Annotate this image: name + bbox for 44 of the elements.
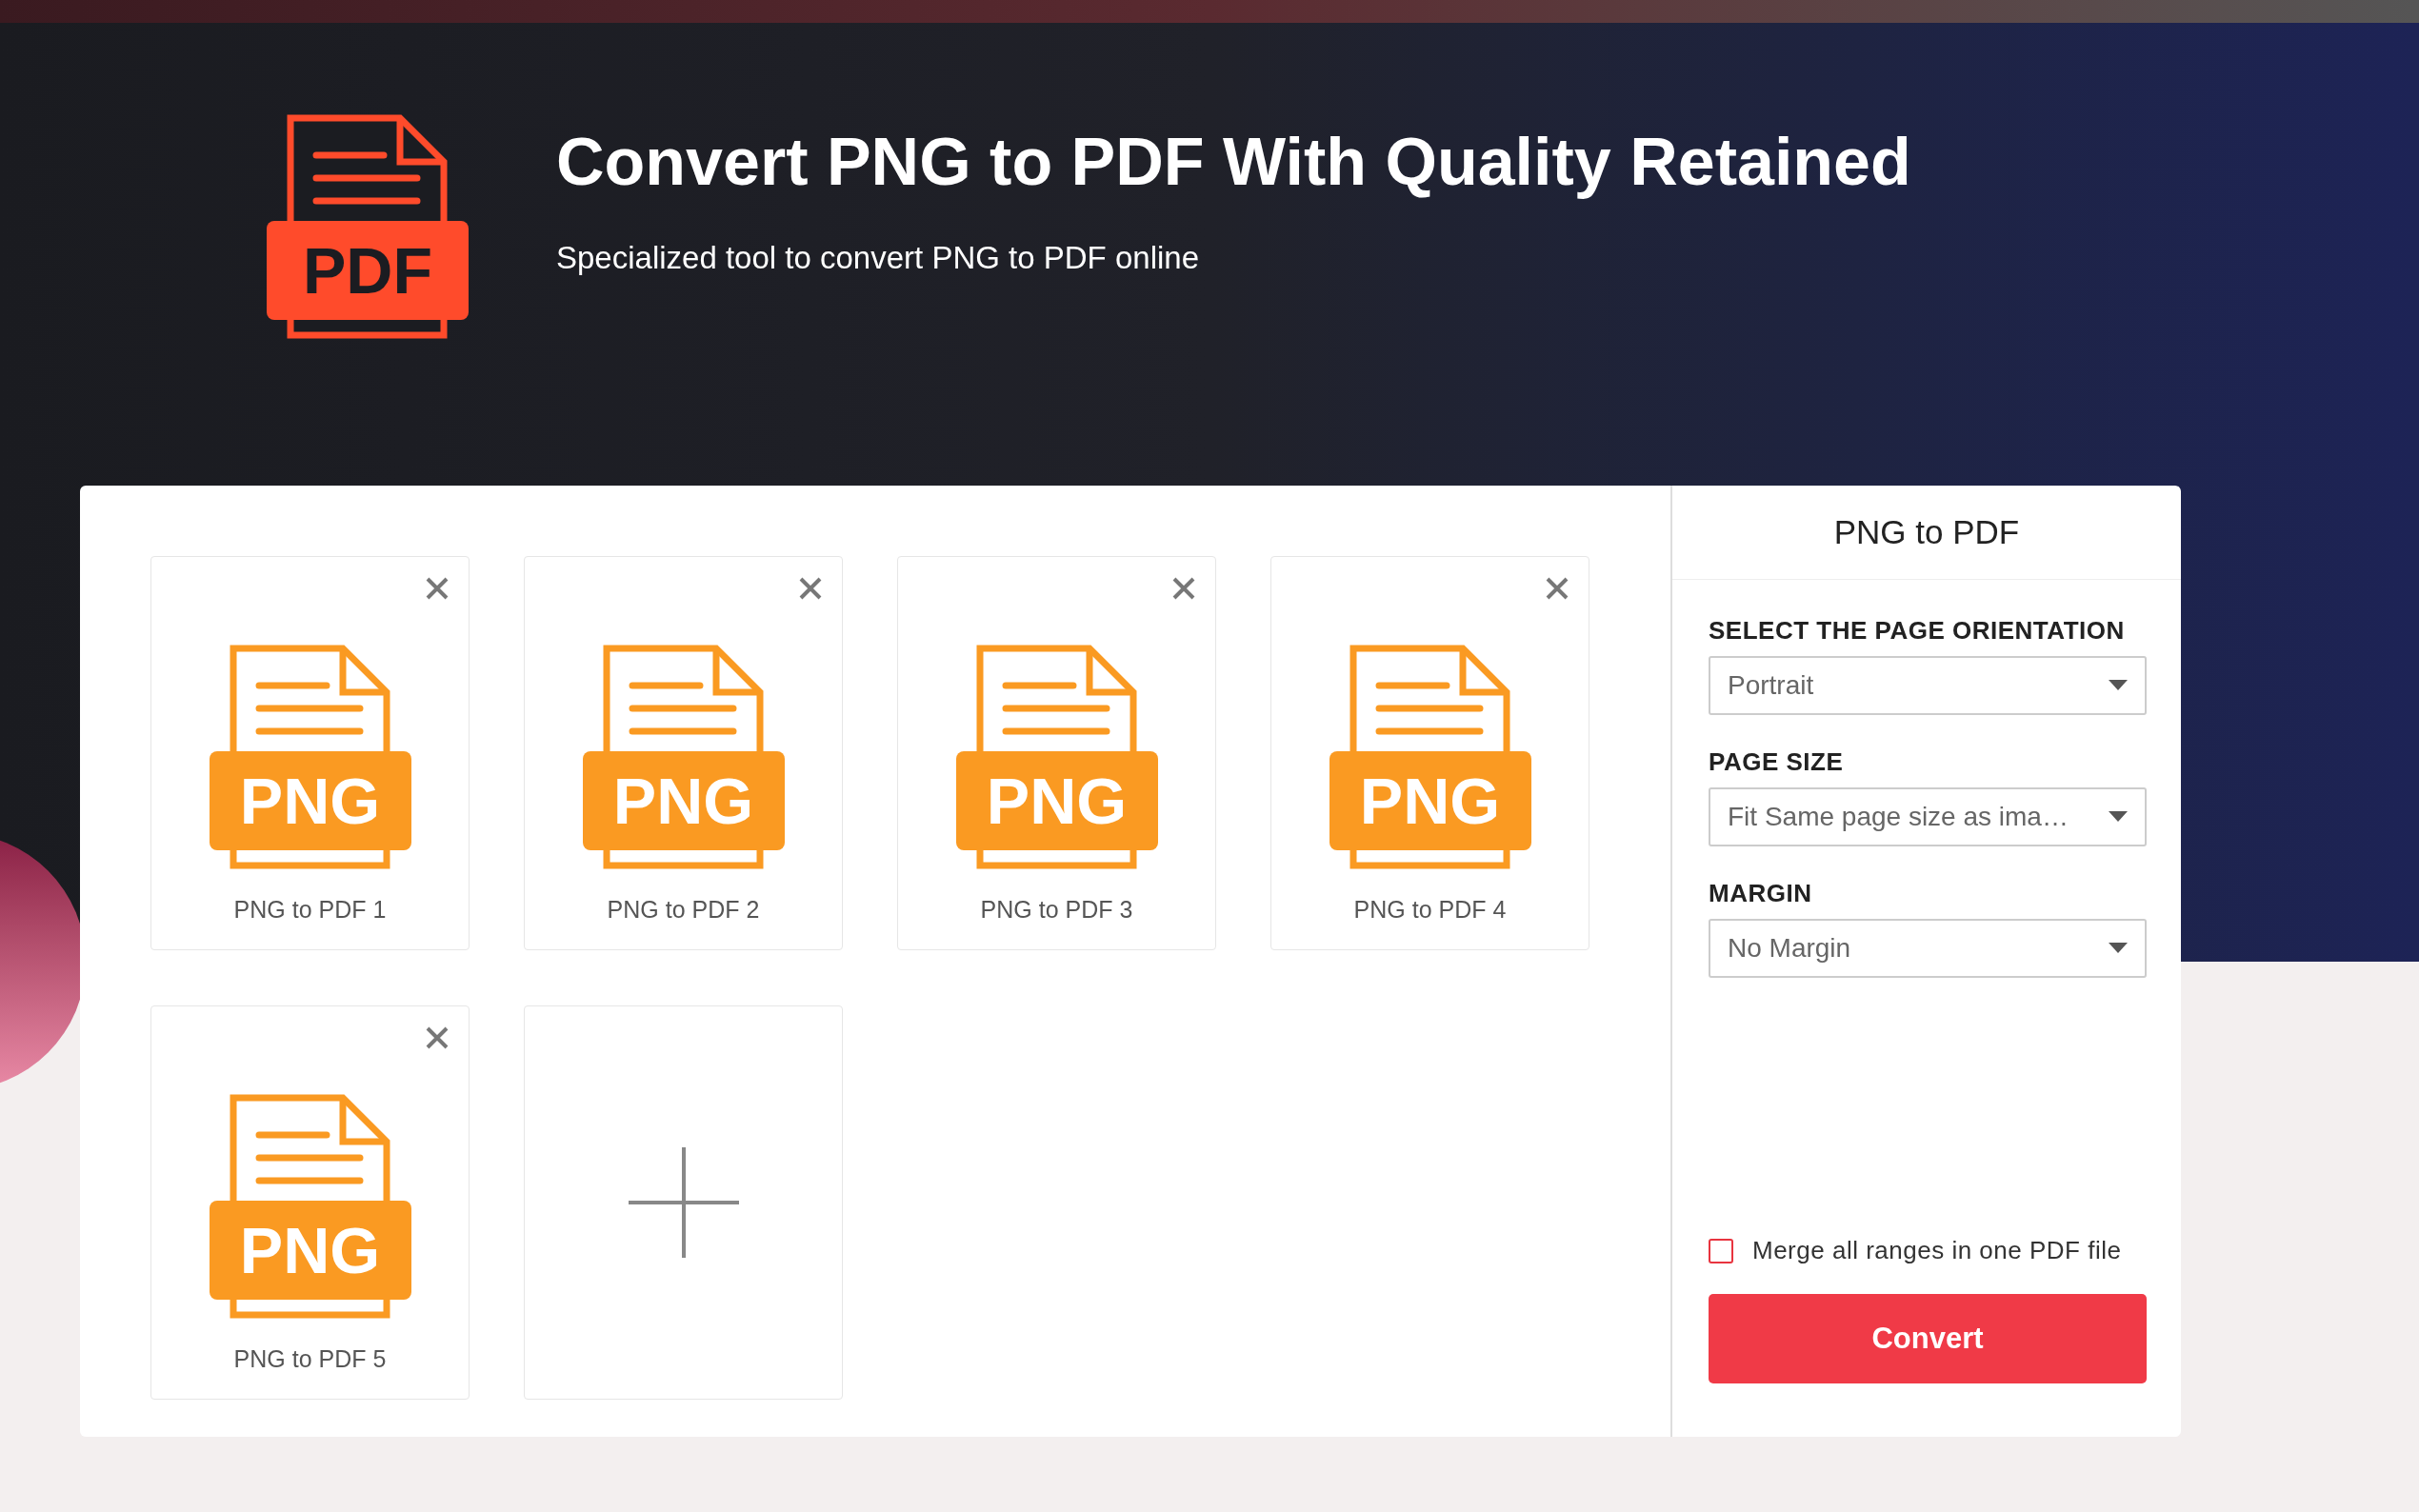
setting-label: MARGIN (1709, 878, 1812, 909)
close-icon[interactable] (1171, 576, 1196, 601)
document-icon (209, 645, 411, 869)
merge-label: Merge all ranges in one PDF file (1752, 1235, 2122, 1266)
file-name: PNG to PDF 4 (1353, 895, 1507, 925)
dropdown-select[interactable]: Portrait (1709, 656, 2147, 715)
caret-icon (2109, 680, 2128, 691)
file-name: PNG to PDF 5 (233, 1344, 387, 1374)
file-tile[interactable]: PNG PNG to PDF 5 (150, 1005, 470, 1400)
file-type-label: PNG (611, 766, 755, 835)
close-icon[interactable] (425, 1025, 450, 1050)
close-icon[interactable] (425, 576, 450, 601)
file-tile[interactable]: PNG PNG to PDF 4 (1270, 556, 1589, 950)
merge-checkbox[interactable] (1709, 1238, 1733, 1263)
file-tile[interactable]: PNG PNG to PDF 2 (524, 556, 843, 950)
setting-label: PAGE SIZE (1709, 746, 1844, 778)
file-type-label: PNG (238, 1216, 382, 1284)
page-title: Convert PNG to PDF With Quality Retained (556, 124, 1911, 201)
file-name: PNG to PDF 2 (607, 895, 760, 925)
document-icon (209, 1094, 411, 1319)
convert-button[interactable]: Convert (1709, 1294, 2147, 1383)
plus-icon (628, 1147, 739, 1258)
file-name: PNG to PDF 1 (233, 895, 387, 925)
file-tile[interactable]: PNG PNG to PDF 3 (897, 556, 1216, 950)
file-type-label: PNG (1358, 766, 1502, 835)
document-icon (1329, 645, 1531, 869)
file-type-label: PNG (238, 766, 382, 835)
add-file-tile[interactable] (524, 1005, 843, 1400)
document-icon (955, 645, 1158, 869)
close-icon[interactable] (798, 576, 823, 601)
close-icon[interactable] (1545, 576, 1569, 601)
dropdown-select[interactable]: No Margin (1709, 919, 2147, 978)
file-type-label: PNG (985, 766, 1129, 835)
document-icon (582, 645, 785, 869)
file-name: PNG to PDF 3 (980, 895, 1133, 925)
document-icon (267, 114, 469, 339)
panel-title: PNG to PDF (1833, 511, 2020, 552)
caret-icon (2109, 811, 2128, 823)
caret-icon (2109, 943, 2128, 954)
file-tile[interactable]: PNG PNG to PDF 1 (150, 556, 470, 950)
page-subtitle: Specialized tool to convert PNG to PDF online (556, 239, 1200, 277)
file-type-label: PDF (302, 236, 433, 305)
setting-label: SELECT THE PAGE ORIENTATION (1709, 615, 2125, 647)
dropdown-select[interactable]: Fit Same page size as ima… (1709, 787, 2147, 846)
